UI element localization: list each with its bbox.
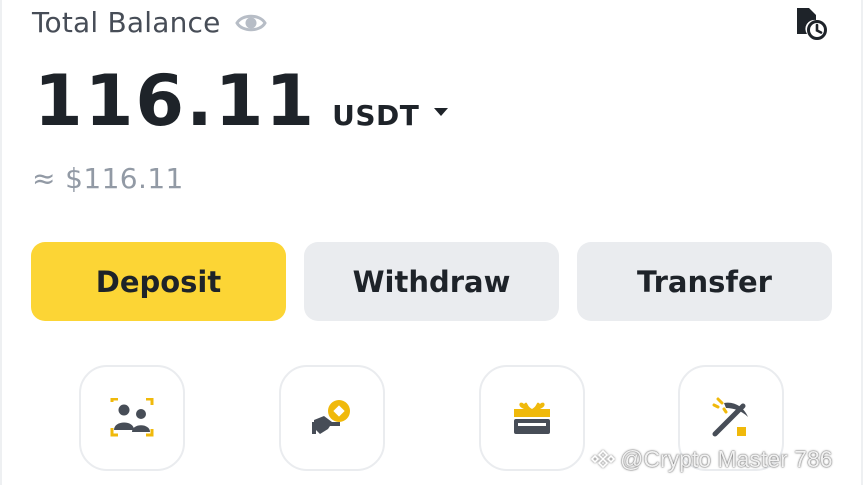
coin-hand-icon <box>312 400 350 434</box>
history-icon[interactable] <box>795 6 827 40</box>
binance-logo-icon <box>590 449 616 468</box>
currency-label: USDT <box>332 99 420 132</box>
fiat-equivalent: ≈ $116.11 <box>32 162 184 195</box>
eye-icon[interactable] <box>234 7 267 39</box>
deposit-button[interactable]: Deposit <box>31 242 286 321</box>
people-scan-icon <box>110 398 154 437</box>
shortcut-p2p[interactable] <box>79 365 185 471</box>
total-balance-label: Total Balance <box>32 6 221 39</box>
wallet-balance-screen: Total Balance 116.11 USDT ≈ $116.11 Depo… <box>0 0 863 485</box>
pickaxe-icon <box>712 397 748 437</box>
watermark-text: @Crypto Master 786 <box>620 446 833 472</box>
gift-card-icon <box>514 402 550 434</box>
watermark: @Crypto Master 786 <box>590 446 833 473</box>
currency-selector[interactable]: USDT <box>332 99 449 132</box>
shortcut-earn[interactable] <box>279 365 385 471</box>
balance-amount: 116.11 <box>34 60 317 142</box>
withdraw-button[interactable]: Withdraw <box>304 242 559 321</box>
left-edge-divider <box>0 0 2 485</box>
transfer-button[interactable]: Transfer <box>577 242 832 321</box>
balance-amount-row: 116.11 USDT <box>34 66 449 136</box>
balance-header: Total Balance <box>32 6 267 39</box>
action-buttons: Deposit Withdraw Transfer <box>31 242 832 321</box>
caret-down-icon <box>434 107 449 116</box>
shortcut-gift-card[interactable] <box>479 365 585 471</box>
